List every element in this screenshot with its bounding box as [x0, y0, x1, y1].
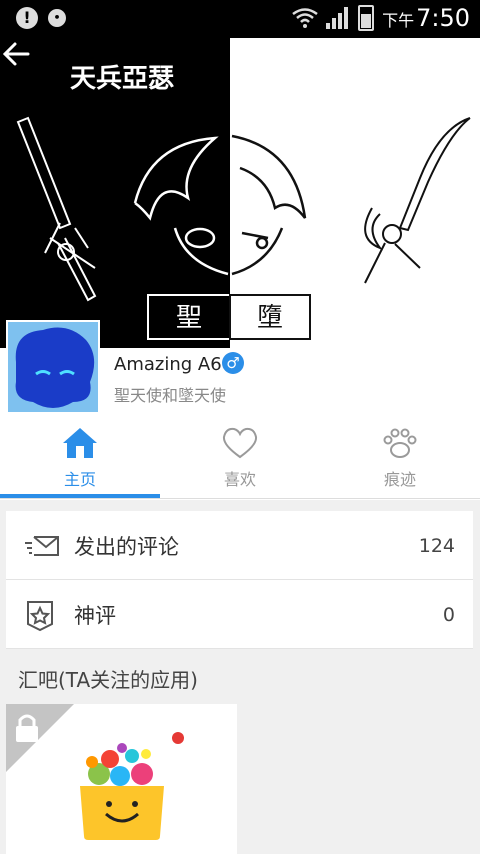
top-comments-count: 0: [442, 604, 455, 626]
battery-icon: [358, 5, 375, 31]
signal-icon: [326, 7, 349, 29]
gender-male-icon: ♂: [222, 352, 244, 374]
status-time: 7:50: [416, 4, 470, 32]
envelope-icon: [25, 536, 59, 556]
home-icon: [63, 428, 97, 458]
status-bar: ! • 下午7:50: [0, 0, 480, 38]
top-comments-label: 神评: [74, 604, 116, 628]
app-tile[interactable]: [6, 704, 237, 854]
tab-bar: 主页 喜欢 痕迹: [0, 420, 480, 500]
page-title: 天兵亞瑟: [70, 64, 175, 94]
avatar[interactable]: [6, 320, 100, 414]
user-subtitle: 聖天使和墜天使: [114, 386, 227, 405]
lock-icon: [6, 704, 74, 772]
top-comments-row[interactable]: 神评 0: [6, 580, 473, 649]
star-badge-icon: [27, 601, 53, 632]
tab-traces-label: 痕迹: [383, 470, 416, 489]
comments-row[interactable]: 发出的评论 124: [6, 511, 473, 580]
tab-home-label: 主页: [63, 470, 96, 489]
cover-image: 聖 墮 天兵亞瑟: [0, 38, 480, 348]
section-title: 汇吧(TA关注的应用): [18, 668, 198, 692]
avatar-image: [15, 327, 95, 408]
tab-home[interactable]: 主页: [0, 420, 160, 500]
divider: [0, 498, 480, 499]
comments-label: 发出的评论: [74, 535, 179, 559]
notification-icon: •: [48, 9, 66, 27]
paw-icon: [383, 428, 417, 458]
tab-likes[interactable]: 喜欢: [160, 420, 320, 500]
cover-text-right: 墮: [257, 303, 283, 333]
wifi-icon: [292, 8, 318, 28]
username: Amazing A6: [114, 354, 222, 375]
tab-traces[interactable]: 痕迹: [320, 420, 480, 500]
tab-likes-label: 喜欢: [223, 470, 256, 489]
notification-badge: [172, 732, 184, 744]
back-arrow-icon[interactable]: [0, 38, 32, 70]
heart-icon: [222, 427, 258, 459]
alert-icon: !: [16, 7, 38, 29]
cover-text-left: 聖: [176, 303, 202, 333]
comments-count: 124: [418, 535, 455, 557]
status-ampm: 下午: [382, 11, 415, 30]
